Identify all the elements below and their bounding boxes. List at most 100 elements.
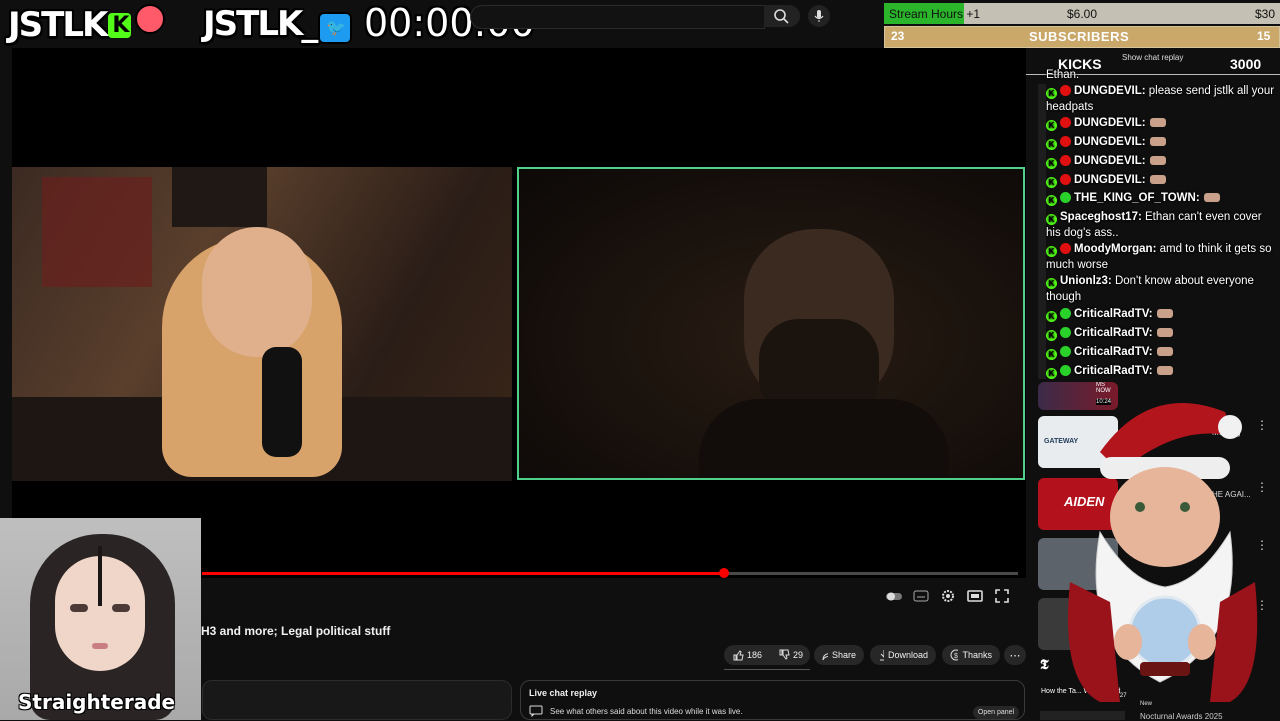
thanks-button[interactable]: $ Thanks [942, 645, 1000, 665]
kick-badge-icon: K [1046, 330, 1057, 341]
santa-overlay-image [1068, 403, 1258, 702]
chat-message: K CriticalRadTV: [1046, 363, 1278, 379]
green-badge-icon [1060, 346, 1071, 357]
chat-emote-icon [1156, 309, 1173, 318]
green-badge-icon [1060, 308, 1071, 319]
chat-emote-icon [1149, 118, 1166, 127]
chat-username: DUNGDEVIL: [1074, 85, 1146, 97]
chat-username: CriticalRadTV: [1074, 346, 1153, 358]
chat-message: K DUNGDEVIL: [1046, 115, 1278, 131]
webcam-guest [517, 167, 1025, 480]
chat-username: DUNGDEVIL: [1074, 136, 1146, 148]
dislike-button[interactable]: 29 [778, 649, 803, 661]
red-badge-icon [1060, 155, 1071, 166]
chat-username: DUNGDEVIL: [1074, 155, 1146, 167]
download-button[interactable]: Download [870, 645, 936, 665]
vtuber-name: Straighterade [18, 690, 176, 714]
kick-badge-icon: K [1046, 349, 1057, 360]
description-box[interactable] [202, 680, 512, 720]
vtuber-eye-right [112, 604, 130, 612]
chat-emote-icon [1149, 156, 1166, 165]
open-panel-button[interactable]: Open panel [973, 706, 1019, 719]
microphone [262, 347, 302, 457]
vtuber-hair-part [98, 546, 102, 606]
share-icon [822, 653, 828, 661]
download-label: Download [887, 650, 928, 660]
chat-emote-icon [1149, 137, 1166, 146]
like-button[interactable]: 186 [732, 649, 762, 661]
vtuber-mouth [92, 643, 108, 649]
kick-k-icon: K [108, 13, 132, 38]
stream-hours-max: $30 [1255, 7, 1276, 21]
chat-username: MoodyMorgan: [1074, 243, 1157, 255]
chat-message: K CriticalRadTV: [1046, 325, 1278, 341]
chat-username: THE_KING_OF_TOWN: [1074, 192, 1200, 204]
voice-search-button[interactable] [808, 5, 830, 27]
more-actions-button[interactable]: ⋯ [1004, 645, 1026, 665]
subs-label: SUBSCRIBERS [1029, 29, 1130, 44]
microphone-icon [814, 10, 824, 22]
stream-hours-mid: $6.00 [1067, 7, 1098, 21]
red-badge-icon [1060, 136, 1071, 147]
subs-target: 15 [1257, 29, 1271, 43]
more-dots-icon: ⋯ [1009, 649, 1021, 662]
kick-badge-icon: K [1046, 88, 1057, 99]
red-badge-icon [1060, 174, 1071, 185]
kick-badge-icon: K [1046, 246, 1057, 257]
video-title: H3 and more; Legal political stuff [201, 624, 391, 638]
kick-badge-icon: K [1046, 158, 1057, 169]
twitter-bird-icon: 🐦 [318, 12, 353, 44]
chat-message: K DUNGDEVIL: [1046, 153, 1278, 169]
kick-badge-icon: K [1046, 214, 1057, 225]
chat-emote-icon [1156, 328, 1173, 337]
search-input[interactable] [470, 5, 765, 29]
chat-username: Spaceghost17: [1060, 211, 1142, 223]
chat-username: CriticalRadTV: [1074, 365, 1153, 377]
chat-edge [1038, 84, 1046, 379]
kick-badge-icon: K [1046, 177, 1057, 188]
rec-thumbnail-6[interactable] [1040, 711, 1125, 720]
subtitles-button[interactable] [912, 587, 930, 605]
chat-emote-icon [1156, 366, 1173, 375]
kick-badge-icon: K [1046, 120, 1057, 131]
chat-message: K DUNGDEVIL: please send jstlk all your h… [1046, 83, 1278, 115]
chat-message: Ethan. [1046, 67, 1278, 83]
search-button[interactable] [764, 5, 800, 27]
guest-body [699, 399, 949, 478]
red-badge-icon [1060, 117, 1071, 128]
kick-badge-icon: K [1046, 311, 1057, 322]
like-count: 186 [747, 650, 763, 660]
jstlk-logo-kick: JSTLK K [8, 4, 166, 45]
chat-message: K DUNGDEVIL: [1046, 134, 1278, 150]
thumbs-down-icon [779, 649, 790, 660]
subtitles-icon [913, 590, 929, 602]
chat-message: K THE_KING_OF_TOWN: [1046, 190, 1278, 206]
green-badge-icon [1060, 327, 1071, 338]
fullscreen-button[interactable] [993, 587, 1011, 605]
fullscreen-icon [995, 589, 1009, 603]
chat-message: K CriticalRadTV: [1046, 306, 1278, 322]
autoplay-toggle[interactable] [885, 587, 903, 605]
gear-icon [942, 590, 954, 602]
chat-message: K Spaceghost17: Ethan can't even cover hi… [1046, 209, 1278, 241]
chat-username: DUNGDEVIL: [1074, 174, 1146, 186]
subs-current: 23 [891, 29, 905, 43]
chat-username: CriticalRadTV: [1074, 327, 1153, 339]
dislike-count: 29 [793, 650, 804, 660]
red-badge-icon [1060, 243, 1071, 254]
autoplay-toggle-icon [886, 592, 902, 601]
svg-text:$: $ [954, 653, 958, 660]
share-button[interactable]: Share [814, 645, 864, 665]
chat-message: K MoodyMorgan: amd to think it gets so mu… [1046, 241, 1278, 273]
theater-mode-button[interactable] [966, 587, 984, 605]
vtuber-eye-left [70, 604, 88, 612]
chat-emote-icon [1203, 193, 1220, 202]
thanks-label: Thanks [962, 650, 992, 660]
chat-message: K Unionlz3: Don't know about everyone tho… [1046, 273, 1278, 305]
nyt-logo-icon: 𝕿 [1040, 656, 1049, 672]
chat-username: CriticalRadTV: [1074, 308, 1153, 320]
download-icon [880, 650, 884, 661]
record-icon [135, 4, 166, 34]
live-chat-desc: See what others said about this video wh… [550, 707, 743, 716]
settings-button[interactable] [939, 587, 957, 605]
